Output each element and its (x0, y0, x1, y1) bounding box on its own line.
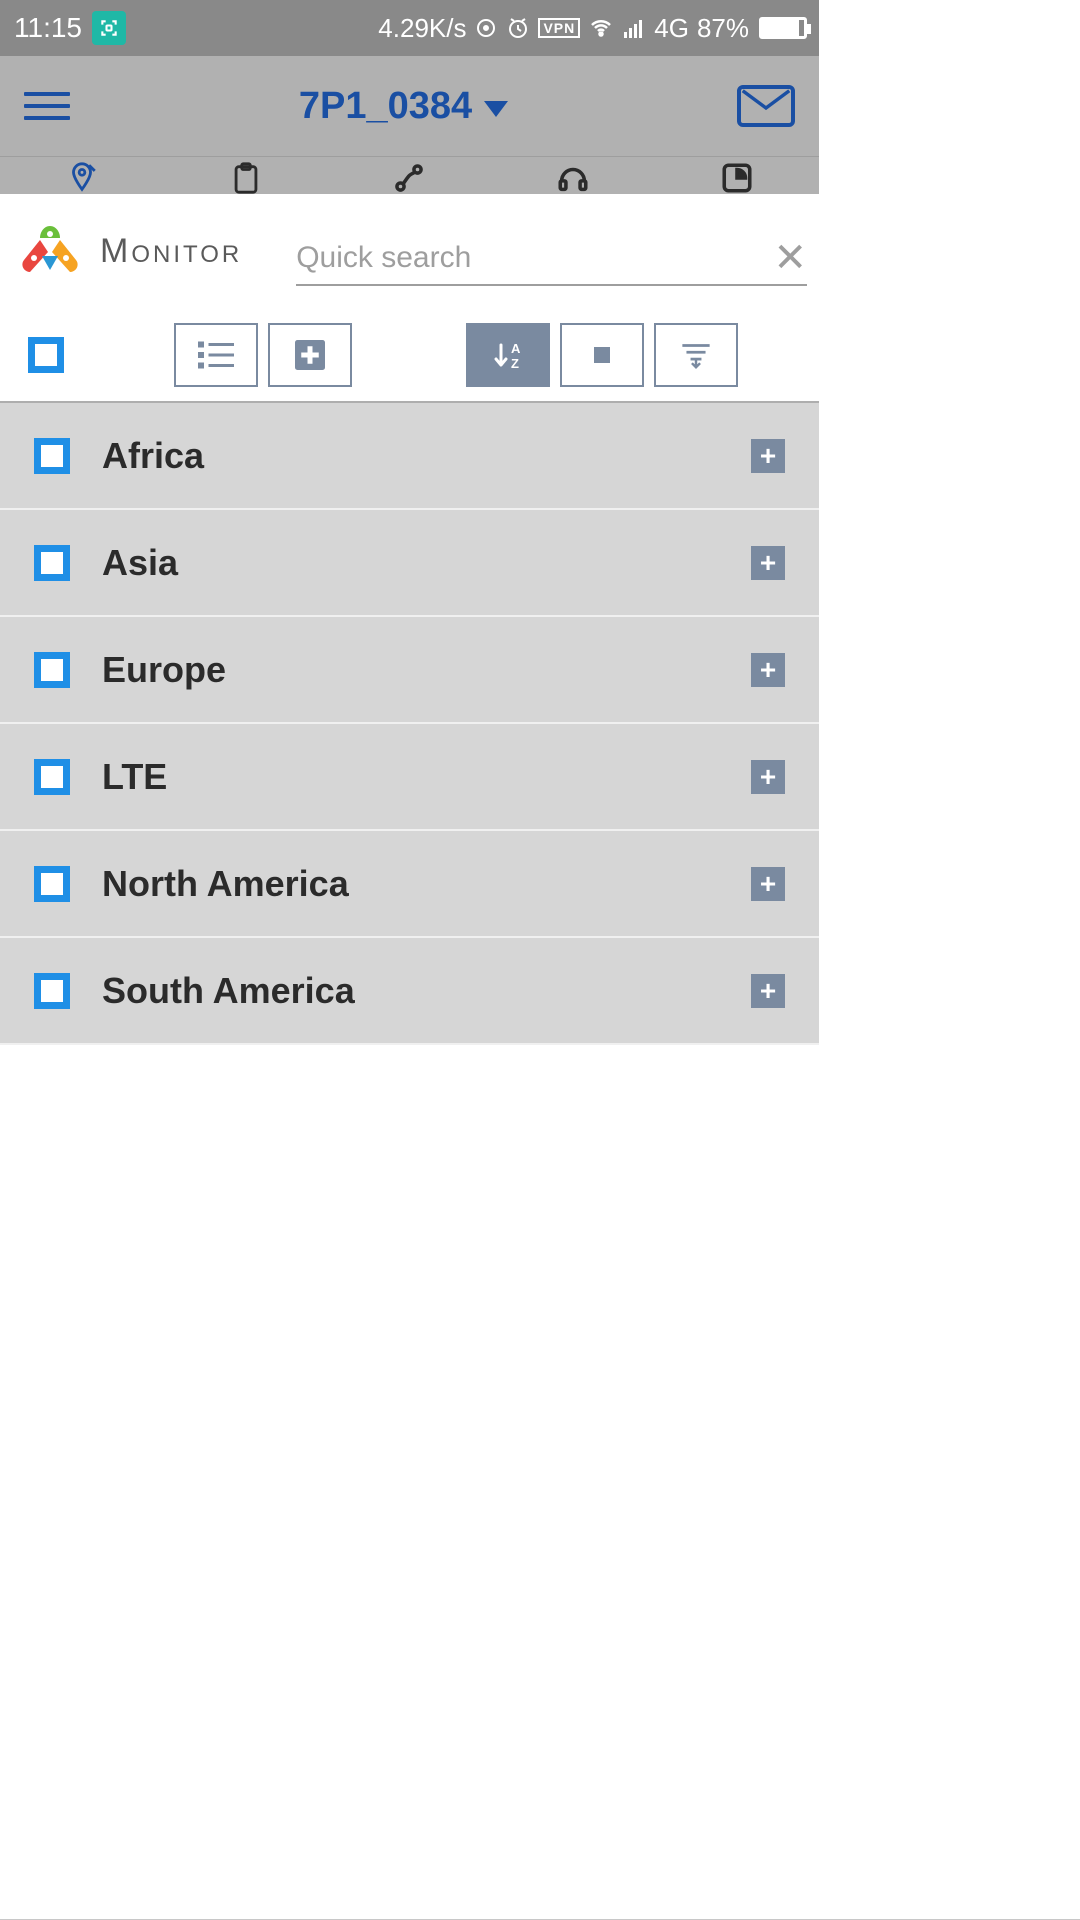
tab-headset-icon[interactable] (551, 161, 595, 194)
svg-text:Z: Z (511, 356, 519, 371)
search-input[interactable] (296, 241, 759, 275)
battery-text: 87% (697, 13, 749, 44)
row-label: Africa (102, 435, 719, 477)
row-checkbox[interactable] (34, 973, 70, 1009)
tab-strip (0, 156, 819, 194)
row-label: North America (102, 863, 719, 905)
tab-location-icon[interactable] (60, 161, 104, 194)
row-label: Europe (102, 649, 719, 691)
vpn-icon: VPN (538, 18, 580, 38)
device-title: 7P1_0384 (299, 85, 472, 128)
sort-az-button[interactable]: A Z (466, 323, 550, 387)
stop-button[interactable] (560, 323, 644, 387)
app-header: 7P1_0384 (0, 56, 819, 156)
alarm-icon (506, 16, 530, 40)
row-label: LTE (102, 756, 719, 798)
expand-icon[interactable]: + (751, 546, 785, 580)
list-item[interactable]: Africa + (0, 403, 819, 510)
brand-text: Monitor (100, 232, 242, 271)
clock-text: 11:15 (14, 12, 82, 44)
status-bar: 11:15 4.29K/s VPN 4G 87% (0, 0, 819, 56)
monitor-logo-icon (14, 226, 86, 278)
device-selector[interactable]: 7P1_0384 (299, 85, 508, 128)
mail-icon[interactable] (737, 85, 795, 127)
filter-button[interactable] (654, 323, 738, 387)
row-label: Asia (102, 542, 719, 584)
expand-icon[interactable]: + (751, 760, 785, 794)
expand-icon[interactable]: + (751, 653, 785, 687)
battery-icon (759, 17, 807, 39)
menu-icon[interactable] (24, 92, 70, 120)
wifi-icon (588, 16, 614, 40)
list-item[interactable]: LTE + (0, 724, 819, 831)
scan-icon (92, 11, 126, 45)
status-left: 11:15 (14, 11, 126, 45)
speed-text: 4.29K/s (378, 13, 466, 44)
row-label: South America (102, 970, 719, 1012)
status-right: 4.29K/s VPN 4G 87% (378, 13, 807, 44)
monitor-overlay: Monitor ✕ A Z (0, 194, 819, 1045)
region-list: Africa + Asia + Europe + LTE + North Ame… (0, 401, 819, 1045)
close-icon[interactable]: ✕ (773, 238, 807, 278)
list-view-button[interactable] (174, 323, 258, 387)
panel-header: Monitor ✕ (0, 194, 819, 309)
expand-icon[interactable]: + (751, 974, 785, 1008)
toolbar: A Z (0, 309, 819, 401)
signal-icon (622, 16, 646, 40)
svg-text:A: A (511, 341, 521, 356)
expand-icon[interactable]: + (751, 439, 785, 473)
tab-clipboard-icon[interactable] (224, 161, 268, 194)
location-icon (474, 16, 498, 40)
tab-chart-icon[interactable] (715, 161, 759, 194)
expand-icon[interactable]: + (751, 867, 785, 901)
list-item[interactable]: Asia + (0, 510, 819, 617)
row-checkbox[interactable] (34, 866, 70, 902)
list-item[interactable]: Europe + (0, 617, 819, 724)
list-item[interactable]: South America + (0, 938, 819, 1045)
search-field-wrap: ✕ (296, 238, 807, 286)
row-checkbox[interactable] (34, 652, 70, 688)
list-item[interactable]: North America + (0, 831, 819, 938)
row-checkbox[interactable] (34, 545, 70, 581)
row-checkbox[interactable] (34, 759, 70, 795)
tab-route-icon[interactable] (387, 161, 431, 194)
network-text: 4G (654, 13, 689, 44)
row-checkbox[interactable] (34, 438, 70, 474)
select-all-checkbox[interactable] (28, 337, 64, 373)
chevron-down-icon (484, 101, 508, 117)
add-button[interactable] (268, 323, 352, 387)
